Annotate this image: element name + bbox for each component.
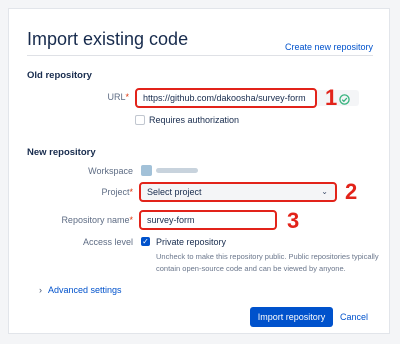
annotation-number-3: 3 xyxy=(287,208,300,233)
repository-name-label-text: Repository name xyxy=(61,215,130,225)
advanced-settings-label: Advanced settings xyxy=(48,285,122,295)
repository-name-label: Repository name* xyxy=(23,215,133,225)
page-title: Import existing code xyxy=(27,29,189,49)
private-repository-label: Private repository xyxy=(156,237,227,247)
project-label-text: Project xyxy=(101,187,130,197)
url-label: URL* xyxy=(69,92,129,102)
requires-authorization-label: Requires authorization xyxy=(149,115,240,125)
chevron-down-icon: ⌄ xyxy=(321,187,328,196)
project-select[interactable]: Select project ⌄ xyxy=(139,182,337,202)
repository-name-input[interactable]: survey-form xyxy=(139,210,277,230)
access-level-label: Access level xyxy=(82,237,133,247)
workspace-label: Workspace xyxy=(88,166,133,176)
check-circle-icon xyxy=(339,92,350,110)
url-label-text: URL xyxy=(107,92,126,102)
import-repository-button[interactable]: Import repository xyxy=(250,307,333,327)
private-repository-help: Uncheck to make this repository public. … xyxy=(156,252,379,273)
url-input[interactable]: https://github.com/dakoosha/survey-form xyxy=(135,88,317,108)
private-repository-checkbox[interactable]: ✓ xyxy=(141,237,150,246)
chevron-right-icon: › xyxy=(39,285,42,295)
annotation-number-1: 1 xyxy=(325,85,338,110)
header-divider xyxy=(27,55,373,56)
old-repository-heading: Old repository xyxy=(27,70,92,81)
annotation-number-2: 2 xyxy=(345,179,358,204)
requires-authorization-checkbox[interactable] xyxy=(135,115,145,125)
required-mark: * xyxy=(125,92,129,102)
create-new-repository-link[interactable]: Create new repository xyxy=(285,42,373,52)
workspace-avatar xyxy=(141,165,152,176)
cancel-link[interactable]: Cancel xyxy=(340,312,368,322)
required-mark: * xyxy=(129,215,133,225)
required-mark: * xyxy=(129,187,133,197)
advanced-settings-toggle[interactable]: › Advanced settings xyxy=(39,285,122,295)
url-field-status-area xyxy=(317,90,359,106)
project-label: Project* xyxy=(39,187,133,197)
new-repository-heading: New repository xyxy=(27,147,96,158)
import-dialog: Import existing code Create new reposito… xyxy=(8,8,390,334)
workspace-name-redacted xyxy=(156,168,198,173)
project-select-value: Select project xyxy=(147,187,202,197)
